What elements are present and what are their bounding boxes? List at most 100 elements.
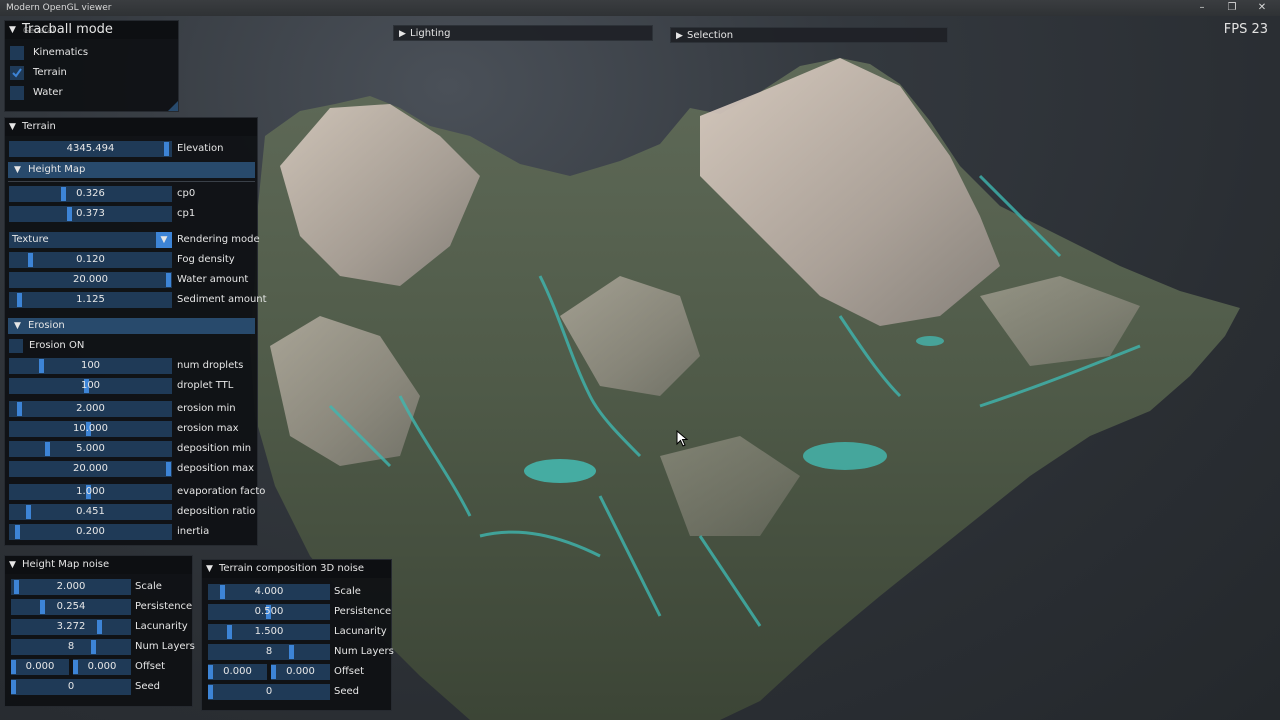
cp1-value: 0.373 bbox=[76, 208, 105, 219]
checkmark-icon bbox=[12, 68, 22, 78]
erosion-param-slider[interactable]: 0.200 bbox=[9, 524, 172, 540]
cp0-slider[interactable]: 0.326 bbox=[9, 186, 172, 202]
erosion-param-row: 0.451 deposition ratio bbox=[9, 504, 255, 520]
erosion-param-row: 2.000 erosion min bbox=[9, 401, 255, 417]
tc-offset-label: Offset bbox=[334, 666, 365, 677]
hm-lacunarity-label: Lacunarity bbox=[135, 621, 188, 632]
erosion-on-row[interactable]: Erosion ON bbox=[9, 338, 255, 354]
collapse-triangle-icon: ▼ bbox=[14, 165, 21, 175]
erosion-on-label: Erosion ON bbox=[29, 340, 85, 351]
expand-triangle-icon: ▶ bbox=[399, 29, 406, 39]
collapse-triangle-icon: ▼ bbox=[9, 25, 16, 35]
mode-water[interactable]: Water bbox=[10, 85, 170, 101]
hm-offset-y-slider[interactable]: 0.000 bbox=[73, 659, 131, 675]
erosion-param-slider[interactable]: 2.000 bbox=[9, 401, 172, 417]
tc-num-layers-slider[interactable]: 8 bbox=[208, 644, 330, 660]
hm-persistence-slider[interactable]: 0.254 bbox=[11, 599, 131, 615]
rendering-mode-dropdown[interactable]: Texture ▼ bbox=[9, 232, 172, 248]
maximize-button[interactable]: ❐ bbox=[1218, 0, 1246, 16]
mouse-cursor-icon bbox=[676, 430, 689, 447]
collapse-triangle-icon: ▼ bbox=[9, 122, 16, 132]
water-amount-slider[interactable]: 20.000 bbox=[9, 272, 172, 288]
erosion-param-slider[interactable]: 100 bbox=[9, 378, 172, 394]
tc-seed-row: 0 Seed bbox=[208, 684, 388, 700]
trackball-mode-header[interactable]: ▼ Tracball mode General bbox=[5, 21, 178, 39]
erosion-param-slider[interactable]: 1.000 bbox=[9, 484, 172, 500]
rendering-mode-row: Texture ▼ Rendering mode bbox=[9, 232, 260, 248]
erosion-param-label: deposition max bbox=[177, 463, 255, 474]
fog-density-label: Fog density bbox=[177, 254, 235, 265]
hm-seed-slider[interactable]: 0 bbox=[11, 679, 131, 695]
terrain-composition-noise-header[interactable]: ▼ Terrain composition 3D noise bbox=[202, 560, 391, 578]
hm-persistence-row: 0.254 Persistence bbox=[11, 599, 192, 615]
rendering-mode-label: Rendering mode bbox=[177, 234, 260, 245]
erosion-param-row: 1.000 evaporation facto bbox=[9, 484, 265, 500]
hm-lacunarity-value: 3.272 bbox=[56, 621, 86, 632]
hm-scale-slider[interactable]: 2.000 bbox=[11, 579, 131, 595]
hm-lacunarity-slider[interactable]: 3.272 bbox=[11, 619, 131, 635]
close-button[interactable]: ✕ bbox=[1248, 0, 1276, 16]
selection-header[interactable]: ▶ Selection bbox=[670, 27, 948, 43]
tc-lacunarity-slider[interactable]: 1.500 bbox=[208, 624, 330, 640]
erosion-param-slider[interactable]: 10.000 bbox=[9, 421, 172, 437]
cp0-row: 0.326 cp0 bbox=[9, 186, 255, 202]
erosion-param-value: 0.200 bbox=[76, 526, 105, 537]
erosion-param-value: 10.000 bbox=[73, 423, 108, 434]
window-title: Modern OpenGL viewer bbox=[6, 3, 112, 13]
height-map-noise-header[interactable]: ▼ Height Map noise bbox=[5, 556, 192, 574]
panel-title: Height Map noise bbox=[22, 559, 110, 570]
erosion-param-label: deposition min bbox=[177, 443, 252, 454]
hm-offset-x-slider[interactable]: 0.000 bbox=[11, 659, 69, 675]
elevation-value: 4345.494 bbox=[66, 143, 115, 154]
erosion-on-checkbox[interactable] bbox=[9, 339, 23, 353]
cp1-slider[interactable]: 0.373 bbox=[9, 206, 172, 222]
mode-kinematics[interactable]: Kinematics bbox=[10, 45, 170, 61]
terrain-checkbox[interactable] bbox=[10, 66, 24, 80]
resize-grip[interactable] bbox=[168, 101, 178, 111]
kinematics-checkbox[interactable] bbox=[10, 46, 24, 60]
water-pool bbox=[803, 442, 887, 470]
tc-offset-y-slider[interactable]: 0.000 bbox=[271, 664, 330, 680]
minimize-button[interactable]: – bbox=[1188, 0, 1216, 16]
hm-offset-x-value: 0.000 bbox=[25, 661, 55, 672]
height-map-section[interactable]: ▼ Height Map bbox=[8, 162, 255, 178]
water-checkbox[interactable] bbox=[10, 86, 24, 100]
erosion-section[interactable]: ▼ Erosion bbox=[8, 318, 255, 334]
hm-num-layers-slider[interactable]: 8 bbox=[11, 639, 131, 655]
mode-terrain[interactable]: Terrain bbox=[10, 65, 170, 81]
hm-seed-label: Seed bbox=[135, 681, 160, 692]
tc-persistence-slider[interactable]: 0.500 bbox=[208, 604, 330, 620]
fog-density-slider[interactable]: 0.120 bbox=[9, 252, 172, 268]
hm-num-layers-value: 8 bbox=[67, 641, 75, 652]
chevron-down-icon: ▼ bbox=[156, 232, 172, 248]
erosion-param-value: 5.000 bbox=[76, 443, 105, 454]
erosion-param-value: 100 bbox=[80, 360, 101, 371]
erosion-param-label: evaporation facto bbox=[177, 486, 266, 497]
tc-offset-y-value: 0.000 bbox=[286, 666, 315, 677]
erosion-param-label: erosion max bbox=[177, 423, 239, 434]
water-label: Water bbox=[33, 87, 63, 98]
lighting-header[interactable]: ▶ Lighting bbox=[393, 25, 653, 41]
erosion-param-slider[interactable]: 100 bbox=[9, 358, 172, 374]
erosion-param-row: 10.000 erosion max bbox=[9, 421, 255, 437]
tc-lacunarity-label: Lacunarity bbox=[334, 626, 387, 637]
tc-lacunarity-value: 1.500 bbox=[254, 626, 284, 637]
terrain-label: Terrain bbox=[33, 67, 67, 78]
erosion-param-row: 20.000 deposition max bbox=[9, 461, 255, 477]
sediment-amount-slider[interactable]: 1.125 bbox=[9, 292, 172, 308]
erosion-param-slider[interactable]: 5.000 bbox=[9, 441, 172, 457]
tc-num-layers-value: 8 bbox=[265, 646, 273, 657]
collapse-triangle-icon: ▼ bbox=[9, 560, 16, 570]
tc-offset-x-slider[interactable]: 0.000 bbox=[208, 664, 267, 680]
erosion-param-slider[interactable]: 20.000 bbox=[9, 461, 172, 477]
tc-scale-value: 4.000 bbox=[254, 586, 284, 597]
terrain-panel: ▼ Terrain 4345.494 Elevation ▼ Height Ma… bbox=[4, 117, 267, 546]
tc-scale-slider[interactable]: 4.000 bbox=[208, 584, 330, 600]
tc-seed-slider[interactable]: 0 bbox=[208, 684, 330, 700]
terrain-header[interactable]: ▼ Terrain bbox=[5, 118, 257, 136]
hm-scale-value: 2.000 bbox=[56, 581, 86, 592]
elevation-slider[interactable]: 4345.494 bbox=[9, 141, 172, 157]
erosion-param-slider[interactable]: 0.451 bbox=[9, 504, 172, 520]
erosion-param-value: 0.451 bbox=[76, 506, 105, 517]
panel-title: Terrain composition 3D noise bbox=[219, 563, 365, 574]
